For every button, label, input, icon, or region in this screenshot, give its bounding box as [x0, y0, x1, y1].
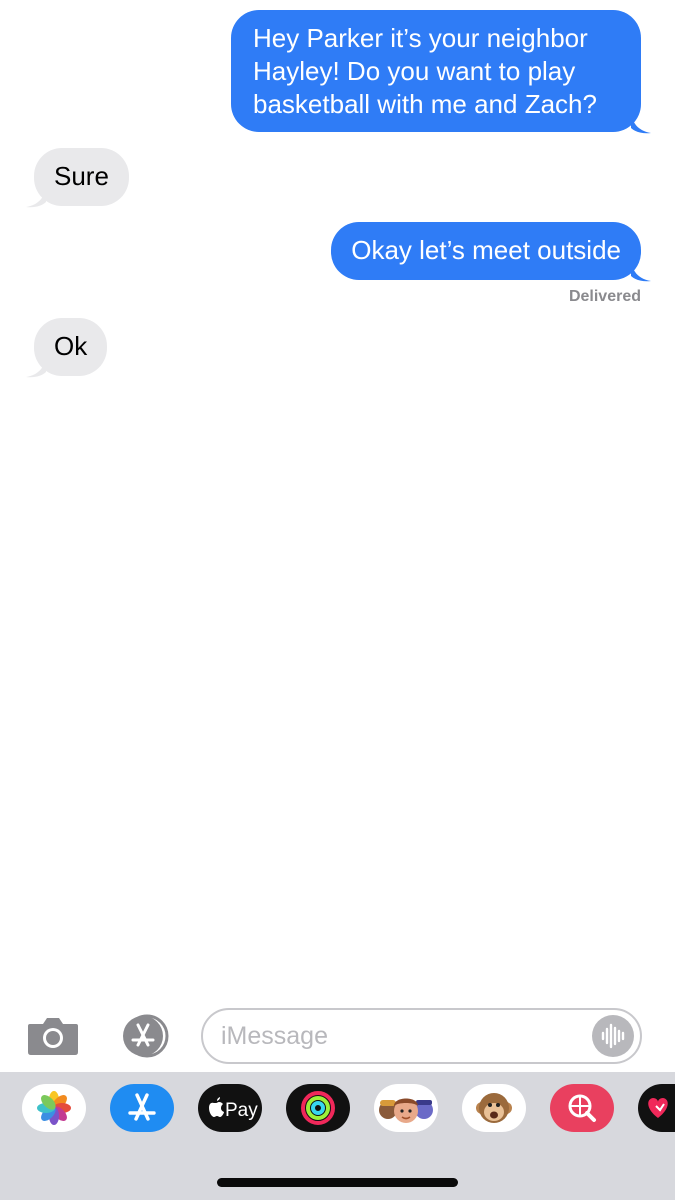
apple-pay-icon: Pay	[209, 1097, 258, 1121]
app-store[interactable]	[110, 1084, 174, 1132]
delivered-status: Delivered	[568, 288, 641, 305]
app-store-icon	[128, 1093, 156, 1121]
compose-bar	[0, 1000, 675, 1072]
photos-icon	[37, 1091, 71, 1125]
home-indicator[interactable]	[217, 1178, 458, 1187]
message-text: Okay let’s meet outside	[351, 235, 621, 265]
heart-icon	[648, 1098, 668, 1118]
monkey-icon	[476, 1093, 512, 1123]
app-apple-pay[interactable]: Pay	[198, 1084, 262, 1132]
bubble-tail	[26, 358, 46, 378]
app-store-icon	[123, 1014, 169, 1058]
apple-pay-label: Pay	[225, 1100, 258, 1121]
message-thread: Hey Parker it’s your neighbor Hayley! Do…	[0, 0, 675, 1000]
message-input-field[interactable]	[201, 1008, 642, 1064]
waveform-icon	[601, 1023, 625, 1049]
app-store-button[interactable]	[114, 1014, 172, 1058]
message-text: Ok	[54, 331, 88, 361]
app-memoji[interactable]	[374, 1084, 438, 1132]
app-digital-touch[interactable]	[638, 1084, 675, 1132]
message-line: Hayley! Do you want to play	[253, 56, 576, 86]
app-photos[interactable]	[22, 1084, 86, 1132]
camera-button[interactable]	[26, 1014, 80, 1058]
bubble-tail	[26, 188, 46, 208]
bubble-tail	[631, 114, 651, 134]
outgoing-message[interactable]: Hey Parker it’s your neighbor Hayley! Do…	[231, 10, 641, 132]
incoming-message[interactable]: Sure	[34, 148, 129, 206]
app-activity[interactable]	[286, 1084, 350, 1132]
memoji-icon	[379, 1098, 433, 1123]
app-web-search[interactable]	[550, 1084, 614, 1132]
message-line: basketball with me and Zach?	[253, 89, 597, 119]
outgoing-message[interactable]: Okay let’s meet outside	[331, 222, 641, 280]
camera-icon	[28, 1018, 78, 1055]
audio-message-button[interactable]	[592, 1015, 634, 1057]
app-animoji[interactable]	[462, 1084, 526, 1132]
message-input[interactable]	[221, 1020, 581, 1052]
globe-search-icon	[568, 1094, 596, 1122]
message-line: Hey Parker it’s your neighbor	[253, 23, 588, 53]
message-text: Sure	[54, 161, 109, 191]
bubble-tail	[631, 262, 651, 282]
activity-rings-icon	[301, 1091, 335, 1125]
